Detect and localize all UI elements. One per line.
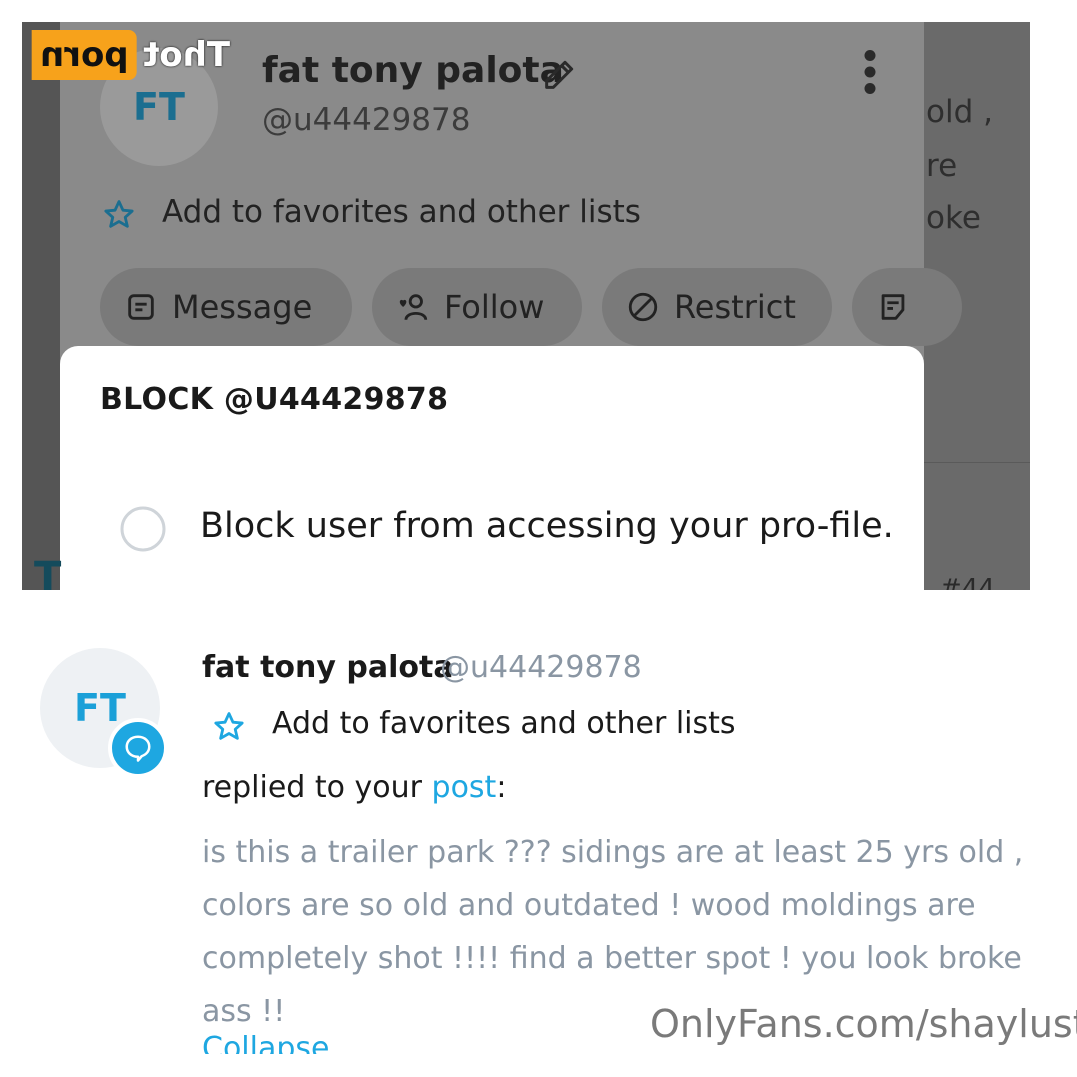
site-logo: porn Thot [32, 30, 236, 80]
restrict-button-label: Restrict [674, 288, 796, 326]
add-to-favorites-link[interactable]: Add to favorites and other lists [272, 706, 736, 741]
restrict-button[interactable]: Restrict [602, 268, 832, 346]
sheet-title: BLOCK @U44429878 [100, 382, 449, 417]
pencil-icon[interactable] [540, 54, 580, 94]
comment-bubble-icon [125, 735, 151, 762]
background-strip-left [22, 22, 60, 590]
follow-button-label: Follow [444, 288, 545, 326]
notes-button[interactable] [852, 268, 962, 346]
follow-button[interactable]: Follow [372, 268, 582, 346]
profile-handle: @u44429878 [262, 102, 471, 138]
collapse-label[interactable]: Collapse [202, 1034, 330, 1055]
logo-text: Thot [142, 35, 230, 75]
post-link[interactable]: post [432, 770, 497, 805]
follow-icon [399, 294, 428, 321]
replied-prefix: replied to your [202, 770, 432, 805]
message-button-label: Message [172, 288, 313, 326]
avatar-initials: FT [133, 85, 185, 129]
block-user-sheet: BLOCK @U44429878 Block user from accessi… [60, 346, 924, 590]
note-icon [881, 294, 905, 320]
replied-suffix: : [496, 770, 507, 805]
background-letter: T [34, 554, 62, 590]
background-text: oke [926, 200, 981, 236]
block-option-label[interactable]: Block user from accessing your pro-file. [200, 500, 900, 552]
background-text: #44 [940, 574, 995, 590]
notification-action-text: replied to your post: [202, 770, 506, 805]
star-icon[interactable] [212, 710, 246, 744]
avatar-initials: FT [74, 686, 126, 730]
notification-user-handle[interactable]: @u44429878 [440, 650, 642, 685]
divider [924, 462, 1030, 463]
add-to-favorites-link[interactable]: Add to favorites and other lists [162, 194, 641, 230]
collapse-link[interactable]: Collapse [202, 1032, 330, 1055]
message-icon [128, 294, 154, 320]
logo-text-highlight: porn [32, 30, 137, 80]
background-text: old , [926, 94, 993, 130]
profile-name: fat tony palota [262, 50, 564, 91]
restrict-icon [628, 292, 658, 322]
background-text: re [926, 148, 958, 184]
message-button[interactable]: Message [100, 268, 352, 346]
radio-button[interactable] [120, 506, 166, 552]
profile-screenshot: FT fat tony palota @u44429878 old , re o… [22, 22, 1030, 590]
star-icon[interactable] [102, 198, 136, 232]
more-options-icon[interactable] [860, 50, 880, 94]
watermark: OnlyFans.com/shaylust [650, 1002, 1077, 1046]
notification-user-name[interactable]: fat tony palota [202, 650, 454, 685]
reply-badge [108, 718, 168, 778]
